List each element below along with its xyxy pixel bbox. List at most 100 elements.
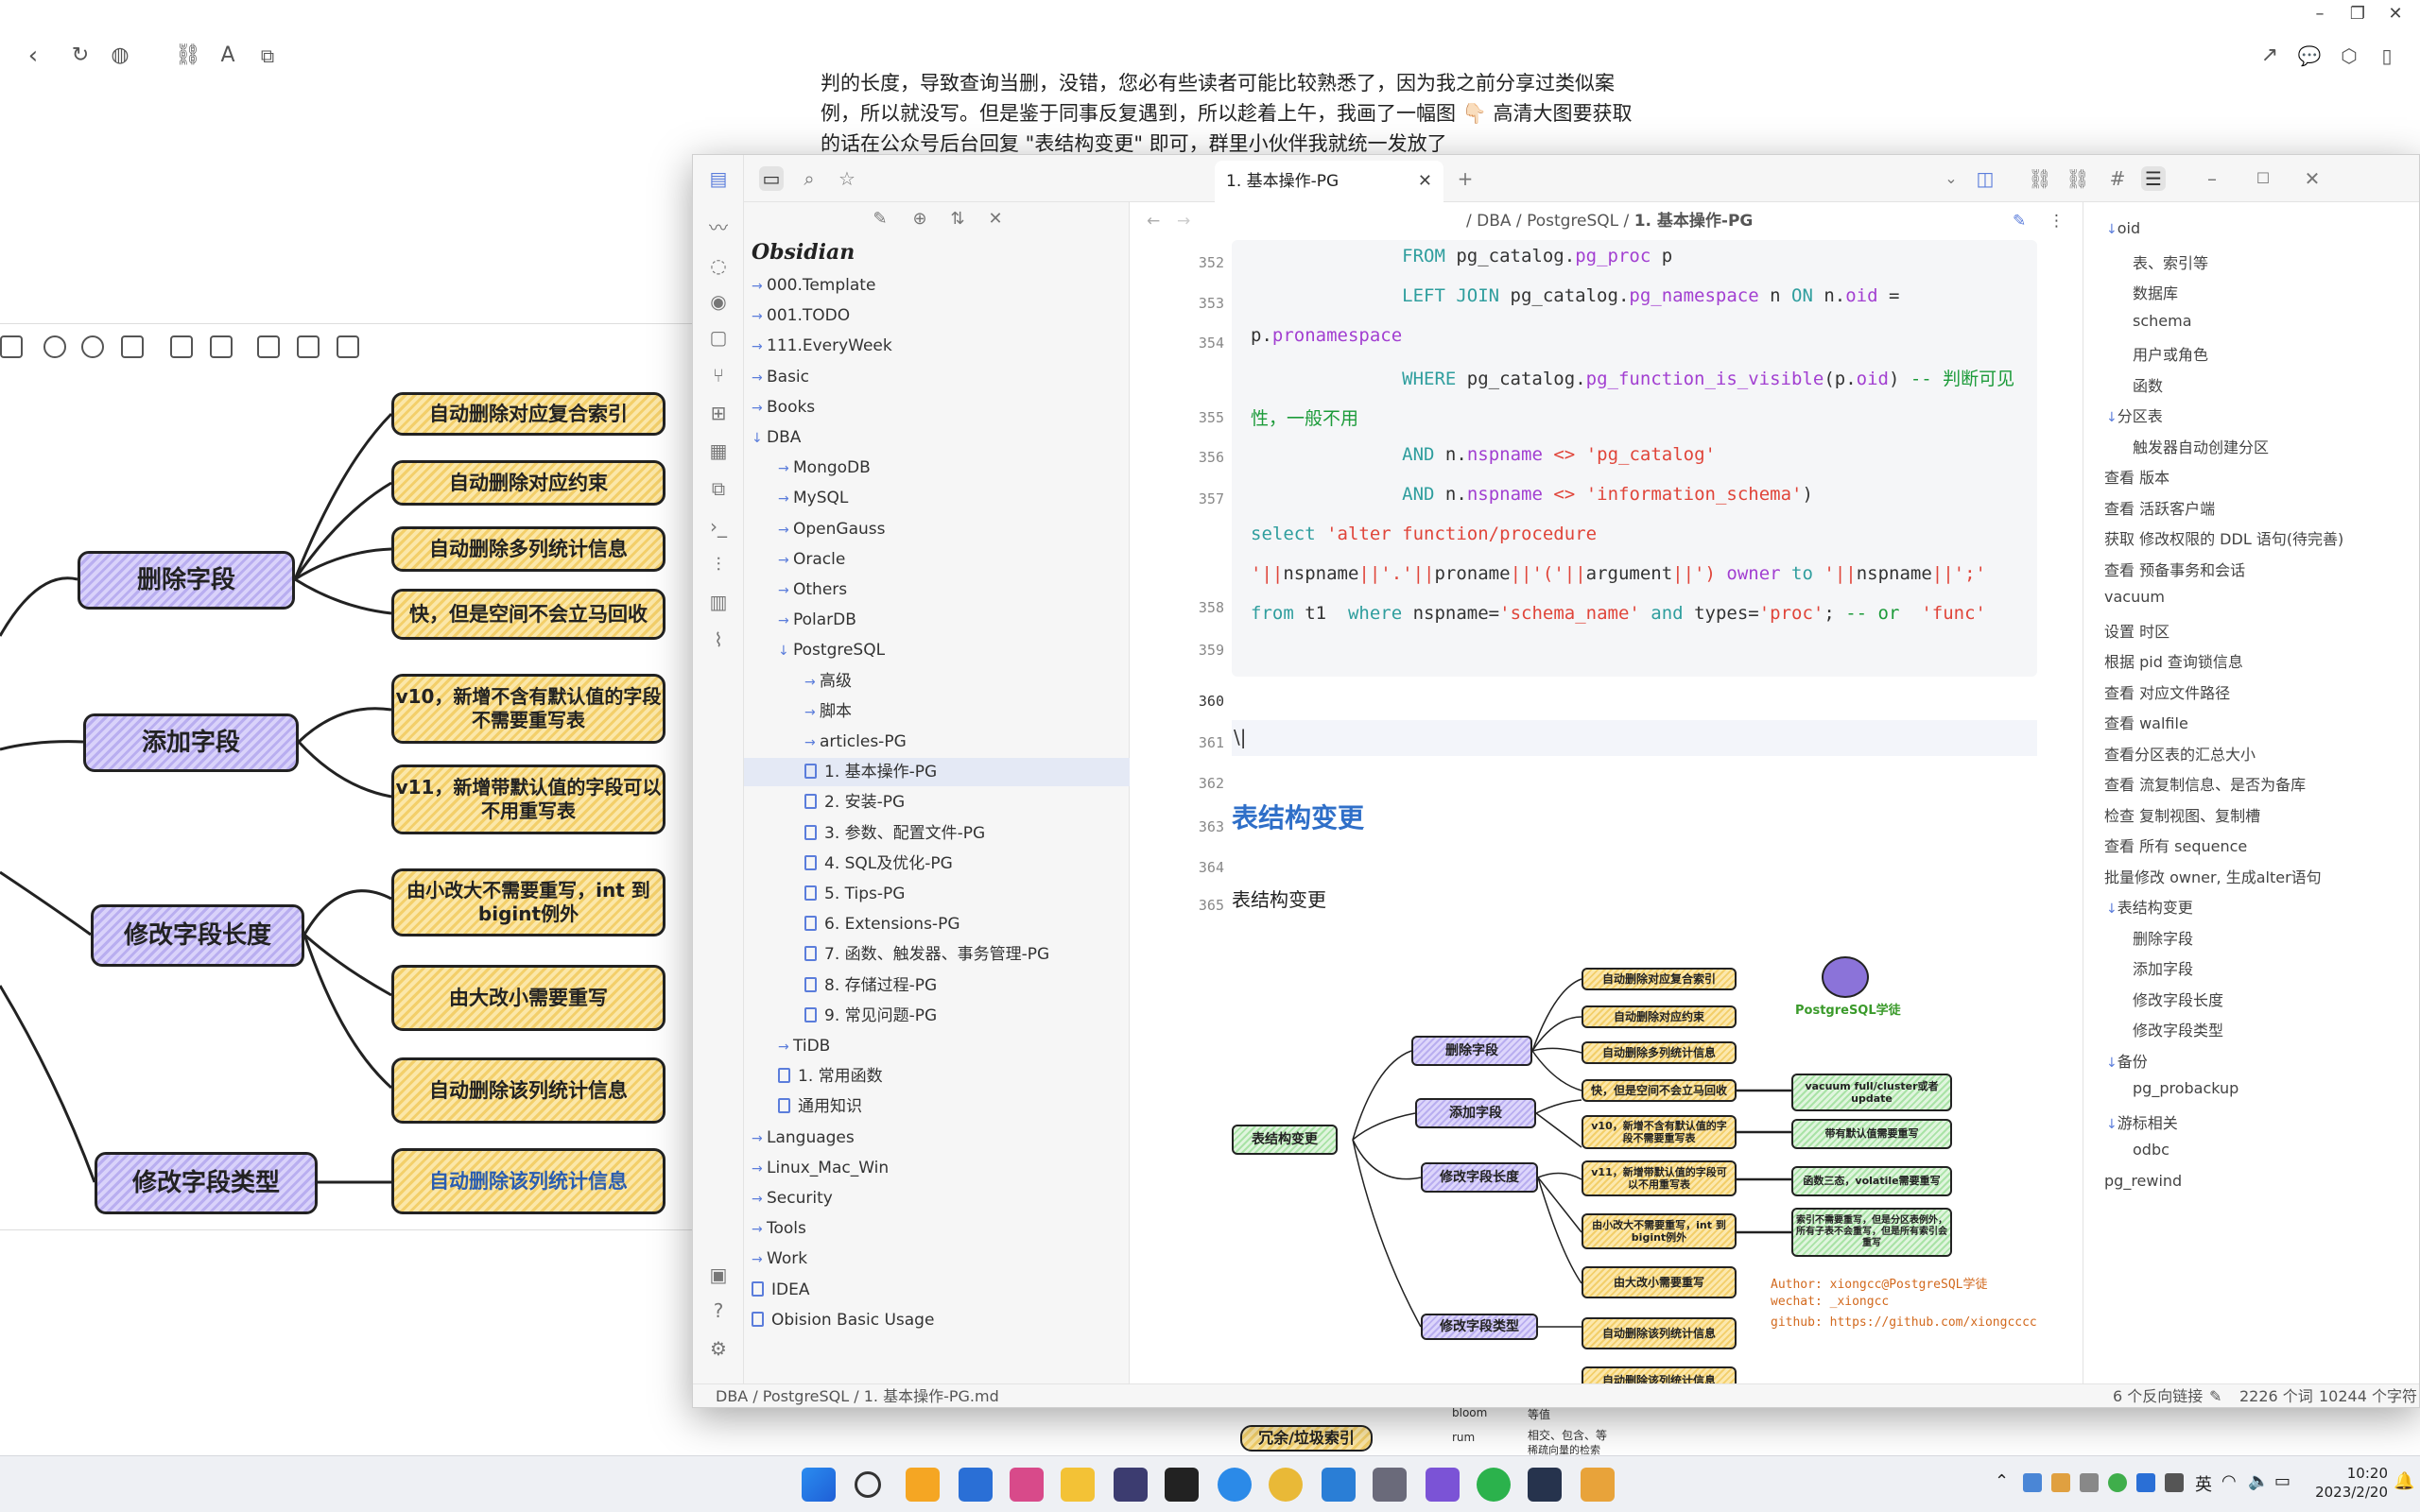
new-folder-icon[interactable]: ⊕ — [908, 208, 931, 231]
eye-off-icon[interactable]: ◌ — [706, 253, 731, 278]
outline-item[interactable]: 查看 流复制信息、是否为备库 — [2104, 772, 2306, 795]
new-note-icon[interactable]: ✎ — [869, 208, 891, 231]
outline-item[interactable]: ↓oid — [2106, 219, 2140, 237]
pencil-icon[interactable]: ✎ — [2209, 1384, 2221, 1407]
breadcrumb-item[interactable]: DBA — [1477, 212, 1511, 231]
right-sidebar-icon[interactable]: ◫ — [1973, 166, 1997, 191]
nav-back-icon[interactable]: ← — [1147, 202, 1160, 240]
embedded-mindmap-image[interactable]: 表结构变更 删除字段 添加字段 修改字段长度 修改字段类型 自动删除对应复合索引… — [1224, 932, 2037, 1383]
code-block[interactable]: FROM pg_catalog.pg_proc p LEFT JOIN pg_c… — [1232, 240, 2037, 677]
obsidian-icon[interactable] — [1426, 1468, 1460, 1502]
tray-icon[interactable] — [2165, 1473, 2184, 1492]
breadcrumb-item[interactable]: PostgreSQL — [1527, 212, 1618, 231]
eye-closed-icon[interactable]: 〰 — [706, 215, 731, 240]
tree-folder[interactable]: → Languages — [744, 1124, 1130, 1152]
sidebar-toggle-icon[interactable]: ▤ — [706, 166, 731, 191]
outline-item[interactable]: odbc — [2133, 1141, 2169, 1159]
outline-item[interactable]: 查看分区表的汇总大小 — [2104, 742, 2256, 765]
mail-icon[interactable] — [959, 1468, 993, 1502]
tree-folder[interactable]: → Tools — [744, 1214, 1130, 1243]
file-explorer-icon[interactable] — [1061, 1468, 1095, 1502]
active-line[interactable]: \| — [1232, 720, 2037, 756]
vault-name[interactable]: Obsidian — [752, 240, 855, 265]
outline-item[interactable]: 查看 预备事务和会话 — [2104, 558, 2245, 580]
tree-file[interactable]: 通用知识 — [744, 1092, 1130, 1121]
chevron-down-icon[interactable]: ⌄ — [1939, 166, 1963, 191]
new-tab-icon[interactable]: + — [1453, 166, 1478, 191]
tray-icon[interactable] — [2080, 1473, 2099, 1492]
outline-item[interactable]: 用户或角色 — [2133, 342, 2208, 365]
tree-folder[interactable]: → MongoDB — [744, 454, 1130, 482]
wechat-icon[interactable] — [1477, 1468, 1511, 1502]
tree-folder[interactable]: → OpenGauss — [744, 515, 1130, 543]
nav-forward-icon[interactable]: → — [1177, 202, 1190, 240]
tree-folder[interactable]: → 111.EveryWeek — [744, 332, 1130, 360]
tree-folder[interactable]: ↓ PostgreSQL — [744, 636, 1130, 664]
tree-folder[interactable]: → Books — [744, 393, 1130, 421]
search-icon[interactable]: ⌕ — [797, 166, 821, 191]
outline-item[interactable]: vacuum — [2104, 588, 2165, 606]
outline-item[interactable]: 查看 对应文件路径 — [2104, 680, 2230, 703]
table-icon[interactable]: ▥ — [706, 590, 731, 614]
tags-icon[interactable]: # — [2105, 166, 2130, 191]
tray-icon[interactable] — [2051, 1473, 2070, 1492]
share-icon[interactable]: ↗ — [2256, 42, 2284, 70]
restore-icon[interactable]: ❐ — [2339, 2, 2377, 26]
cube-icon[interactable]: ⬡ — [2335, 42, 2363, 70]
sort-icon[interactable]: ⇅ — [946, 208, 969, 231]
outline-item[interactable]: ↓分区表 — [2106, 404, 2163, 426]
tree-folder[interactable]: → Linux_Mac_Win — [744, 1154, 1130, 1182]
tree-file[interactable]: Obision Basic Usage — [744, 1306, 1130, 1334]
ime-indicator[interactable]: 英 — [2195, 1471, 2212, 1496]
template-icon[interactable]: ⫶ — [706, 552, 731, 576]
app-icon[interactable] — [1528, 1468, 1562, 1502]
tab-active[interactable]: 1. 基本操作-PG ✕ — [1215, 161, 1443, 202]
copy-icon[interactable]: ⧉ — [253, 42, 282, 70]
tree-folder[interactable]: → PolarDB — [744, 606, 1130, 634]
tree-folder[interactable]: → 高级 — [744, 667, 1130, 696]
outline-item[interactable]: 修改字段类型 — [2133, 1018, 2223, 1040]
tree-folder[interactable]: ↓ DBA — [744, 423, 1130, 452]
edit-mode-icon[interactable]: ✎ — [2013, 202, 2026, 240]
backlinks-icon[interactable]: ⛓ — [2028, 166, 2052, 191]
outline-item[interactable]: 获取 修改权限的 DDL 语句(待完善) — [2104, 526, 2343, 549]
terminal-icon[interactable]: ›_ — [706, 514, 731, 539]
outgoing-links-icon[interactable]: ⛓ — [2066, 166, 2090, 191]
font-icon[interactable]: A — [214, 42, 242, 70]
clock[interactable]: 10:20 2023/2/20 — [2297, 1464, 2388, 1502]
close-window-icon[interactable]: ✕ — [2300, 166, 2325, 191]
back-icon[interactable]: ‹ — [19, 42, 47, 70]
comment-icon[interactable]: 💬 — [2295, 42, 2324, 70]
calendar-icon[interactable]: ▦ — [706, 438, 731, 463]
battery-icon[interactable]: ▭ — [2274, 1471, 2290, 1491]
outline-item[interactable]: pg_rewind — [2104, 1172, 2182, 1190]
tray-icon[interactable] — [2023, 1473, 2042, 1492]
maximize-icon[interactable]: ☐ — [2251, 166, 2275, 191]
edge-icon[interactable] — [1218, 1468, 1252, 1502]
outline-item[interactable]: 查看 版本 — [2104, 465, 2169, 488]
more-options-icon[interactable]: ⋮ — [2048, 202, 2065, 240]
outline-item[interactable]: 数据库 — [2133, 281, 2178, 303]
chrome-icon[interactable] — [1269, 1468, 1303, 1502]
outline-item[interactable]: schema — [2133, 312, 2192, 330]
copy-icon[interactable]: ⧉ — [706, 476, 731, 501]
terminal-icon[interactable] — [1114, 1468, 1148, 1502]
graph-icon[interactable]: ⑂ — [706, 363, 731, 387]
tree-folder[interactable]: → Others — [744, 576, 1130, 604]
tree-file[interactable]: 7. 函数、触发器、事务管理-PG — [744, 940, 1130, 969]
outline-item[interactable]: 查看 所有 sequence — [2104, 833, 2247, 856]
tree-folder[interactable]: → Oracle — [744, 545, 1130, 574]
outline-item[interactable]: 修改字段长度 — [2133, 988, 2223, 1010]
tree-folder[interactable]: → 001.TODO — [744, 301, 1130, 330]
outline-item[interactable]: 添加字段 — [2133, 956, 2193, 979]
outline-item[interactable]: 根据 pid 查询锁信息 — [2104, 649, 2243, 672]
tree-file[interactable]: 6. Extensions-PG — [744, 910, 1130, 938]
attachment-icon[interactable]: ⌇ — [706, 627, 731, 652]
tree-folder[interactable]: → 脚本 — [744, 697, 1130, 726]
status-backlinks[interactable]: 6 个反向链接 — [2113, 1384, 2203, 1407]
search-icon[interactable] — [855, 1471, 881, 1498]
outline-item[interactable]: 查看 活跃客户端 — [2104, 496, 2215, 519]
start-icon[interactable] — [802, 1468, 836, 1502]
tray-icon[interactable] — [2136, 1473, 2155, 1492]
vscode-icon[interactable] — [1322, 1468, 1356, 1502]
